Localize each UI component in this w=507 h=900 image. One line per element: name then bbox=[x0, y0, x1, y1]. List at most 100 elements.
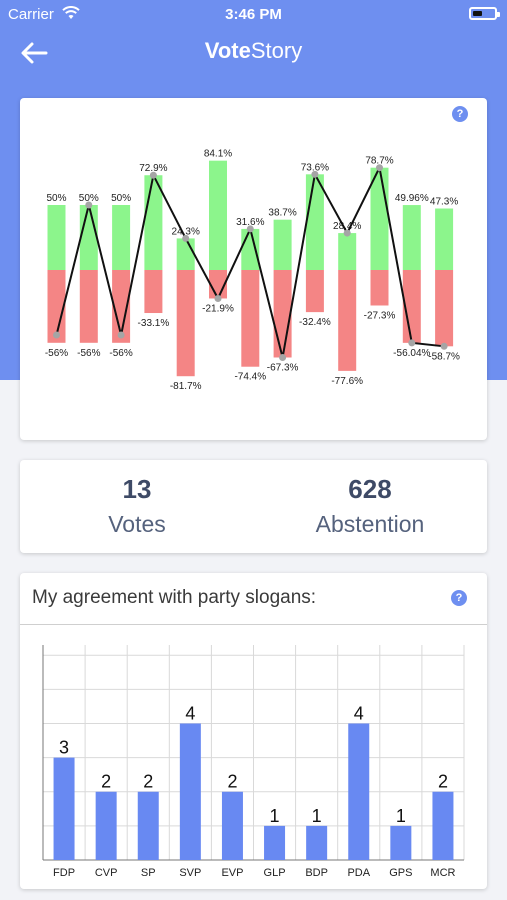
app-title: VoteStory bbox=[0, 38, 507, 64]
negative-value-label: -77.6% bbox=[331, 376, 363, 387]
abstention-label: Abstention bbox=[315, 511, 425, 537]
agreement-value-label: 2 bbox=[438, 772, 448, 792]
status-time: 3:46 PM bbox=[225, 6, 282, 23]
agreement-bar bbox=[221, 791, 243, 860]
negative-bar bbox=[370, 270, 389, 306]
negative-value-label: -74.4% bbox=[234, 372, 266, 383]
negative-value-label: -21.9% bbox=[202, 303, 234, 314]
positive-bar bbox=[241, 228, 260, 270]
positive-bar bbox=[47, 205, 66, 270]
agreement-value-label: 4 bbox=[354, 703, 364, 723]
balance-point bbox=[408, 339, 416, 347]
agreement-bar bbox=[179, 723, 201, 860]
party-tick-label: GPS bbox=[389, 867, 412, 879]
positive-value-label: 38.7% bbox=[268, 208, 296, 219]
positive-value-label: 49.96% bbox=[395, 193, 429, 204]
negative-value-label: -33.1% bbox=[138, 318, 170, 329]
negative-value-label: -32.4% bbox=[299, 317, 331, 328]
positive-bar bbox=[435, 208, 454, 270]
negative-bar bbox=[176, 270, 195, 377]
negative-bar bbox=[241, 270, 260, 367]
positive-value-label: 50% bbox=[46, 193, 66, 204]
negative-value-label: -56% bbox=[77, 348, 100, 359]
positive-bar bbox=[112, 205, 131, 270]
negative-value-label: -58.7% bbox=[428, 351, 460, 362]
agreement-value-label: 1 bbox=[396, 806, 406, 826]
app-title-regular: Story bbox=[250, 38, 303, 63]
agreement-bar bbox=[348, 723, 370, 860]
party-tick-label: PDA bbox=[347, 867, 370, 879]
party-tick-label: SP bbox=[141, 867, 156, 879]
agreement-bar bbox=[137, 791, 159, 860]
balance-point bbox=[376, 164, 383, 172]
party-tick-label: BDP bbox=[305, 867, 328, 879]
party-tick-label: FDP bbox=[53, 867, 75, 879]
negative-value-label: -81.7% bbox=[170, 381, 202, 392]
agreement-bar bbox=[390, 825, 412, 860]
positive-value-label: 84.1% bbox=[204, 149, 232, 160]
nav-bar: VoteStory bbox=[0, 28, 507, 78]
negative-bar bbox=[305, 270, 324, 313]
app-title-bold: Vote bbox=[204, 38, 251, 63]
balance-point bbox=[85, 201, 93, 209]
positive-value-label: 50% bbox=[111, 193, 131, 204]
balance-point bbox=[246, 225, 254, 233]
votes-count: 13 bbox=[122, 474, 152, 504]
negative-value-label: -56.04% bbox=[393, 348, 430, 359]
vote-balance-chart: 50%-56%50%-56%50%-56%72.9%-33.1%24.3%-81… bbox=[45, 149, 460, 393]
agreement-value-label: 2 bbox=[227, 772, 237, 792]
agreement-value-label: 2 bbox=[101, 772, 111, 792]
votes-label: Votes bbox=[108, 511, 166, 537]
agreement-bar bbox=[432, 791, 454, 860]
vote-balance-card: ? 50% -56% 50% -56% 50% -56% 72.9% -33.1% 24.3% -… bbox=[20, 98, 487, 440]
stats-card: 13 Votes 628 Abstention bbox=[20, 460, 487, 553]
party-tick-label: CVP bbox=[95, 867, 118, 879]
balance-point bbox=[117, 331, 125, 339]
positive-bar bbox=[273, 219, 292, 270]
negative-value-label: -67.3% bbox=[267, 362, 299, 373]
positive-bar bbox=[209, 160, 227, 270]
negative-value-label: -56% bbox=[45, 348, 68, 359]
negative-value-label: -27.3% bbox=[364, 310, 396, 321]
balance-point bbox=[279, 353, 287, 361]
negative-bar bbox=[79, 270, 98, 343]
balance-point bbox=[214, 294, 222, 302]
agreement-bar bbox=[53, 757, 75, 860]
positive-bar bbox=[370, 167, 389, 270]
positive-value-label: 47.3% bbox=[430, 197, 458, 208]
negative-bar bbox=[338, 270, 357, 371]
balance-point bbox=[149, 171, 157, 179]
agreement-value-label: 3 bbox=[59, 738, 69, 758]
agreement-bar bbox=[95, 791, 117, 860]
status-bar: Carrier 3:46 PM bbox=[0, 0, 507, 28]
party-tick-label: GLP bbox=[264, 867, 286, 879]
battery-icon bbox=[469, 7, 500, 20]
positive-bar bbox=[338, 233, 357, 270]
agreement-value-label: 2 bbox=[143, 772, 153, 792]
negative-value-label: -56% bbox=[109, 348, 132, 359]
balance-point bbox=[53, 331, 60, 339]
balance-point bbox=[311, 170, 319, 178]
party-tick-label: MCR bbox=[430, 867, 455, 879]
party-tick-label: EVP bbox=[221, 867, 243, 879]
abstention-count: 628 bbox=[348, 474, 392, 504]
votes-stat: 13 Votes bbox=[37, 460, 237, 538]
slogans-bar-chart: 3 FDP 2 CVP 2 SP 4 SVP 2 EVP 1 GLP 1 BDP 4 PDA 1 GPS 2 MCR bbox=[42, 645, 465, 879]
balance-point bbox=[343, 229, 351, 237]
agreement-value-label: 1 bbox=[270, 806, 280, 826]
balance-point bbox=[182, 234, 190, 242]
agreement-value-label: 1 bbox=[312, 806, 322, 826]
agreement-bar bbox=[264, 825, 286, 860]
positive-bar bbox=[305, 174, 324, 270]
party-tick-label: SVP bbox=[179, 867, 201, 879]
slogans-card: My agreement with party slogans: ? 3 FDP 2… bbox=[20, 573, 487, 889]
positive-bar bbox=[402, 205, 421, 270]
agreement-value-label: 4 bbox=[185, 703, 195, 723]
agreement-bar bbox=[306, 825, 328, 860]
positive-bar bbox=[176, 238, 195, 270]
negative-bar bbox=[144, 270, 163, 314]
positive-bar bbox=[79, 205, 98, 270]
abstention-stat: 628 Abstention bbox=[270, 460, 470, 538]
balance-point bbox=[440, 342, 448, 350]
negative-bar bbox=[435, 270, 454, 347]
